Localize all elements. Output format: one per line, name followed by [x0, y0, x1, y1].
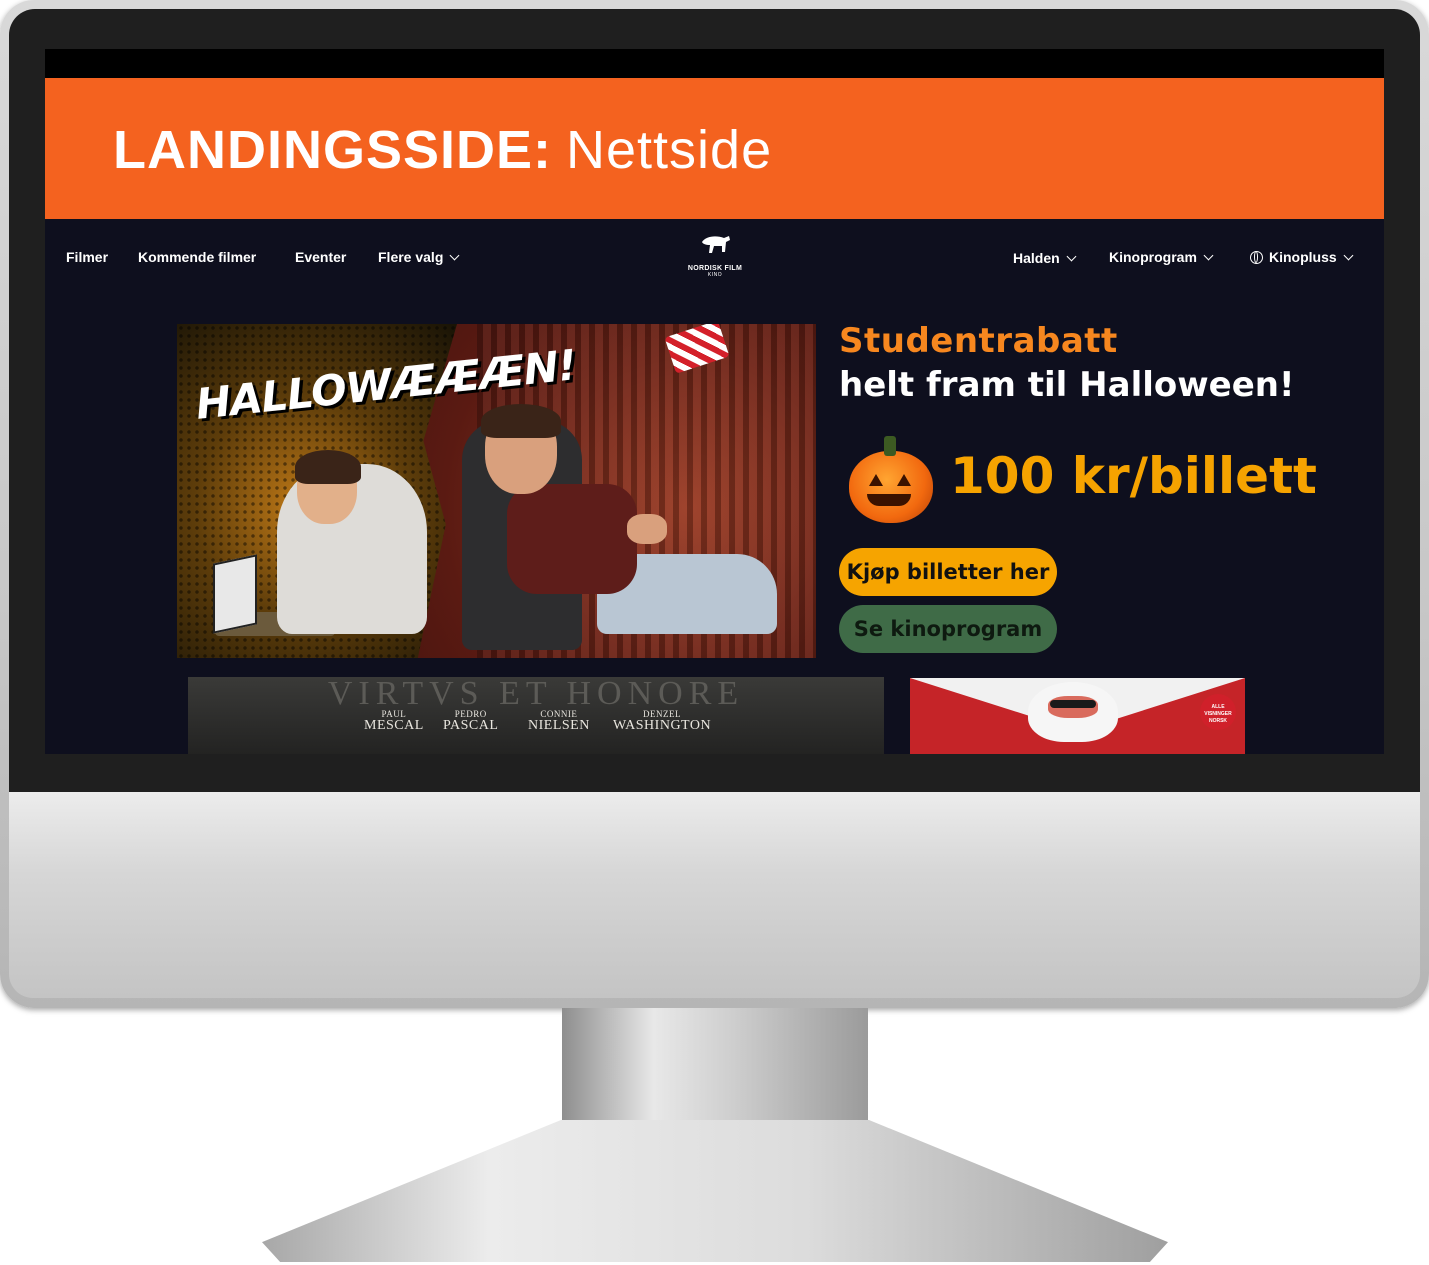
screen-top-bar [45, 49, 1384, 78]
cast-name: DENZEL WASHINGTON [613, 709, 711, 733]
cast-name: PAUL MESCAL [364, 709, 424, 733]
illustration-hair [481, 404, 561, 438]
landing-banner: LANDINGSSIDE: Nettside [45, 78, 1384, 219]
illustration-jacket [507, 484, 637, 594]
nav-kinoprogram-dropdown[interactable]: Kinoprogram [1109, 249, 1214, 265]
cast-last-name: MESCAL [364, 718, 424, 733]
illustration-hand [627, 514, 667, 544]
screen: LANDINGSSIDE: Nettside Filmer Kommende fi… [45, 49, 1384, 754]
nav-halden-dropdown[interactable]: Halden [1013, 250, 1077, 266]
price-label: 100 kr/billett [950, 447, 1317, 505]
nav-filmer[interactable]: Filmer [66, 249, 108, 265]
santa-mask [1050, 700, 1096, 708]
site-nav: Filmer Kommende filmer Eventer Flere val… [45, 219, 1384, 299]
chevron-down-icon [1203, 250, 1214, 261]
pumpkin-icon [849, 451, 933, 523]
poster-motto: VIRTVS ET HONORE [327, 677, 745, 712]
cast-name: PEDRO PASCAL [443, 709, 498, 733]
cast-last-name: NIELSEN [528, 718, 590, 733]
banner-subtitle: Nettside [566, 120, 773, 180]
banner-title: LANDINGSSIDE: [113, 120, 553, 180]
promo-title: Studentrabatt [839, 321, 1118, 361]
illustration-hair [295, 450, 361, 484]
nav-label: Kinoprogram [1109, 249, 1197, 265]
banner-heading: LANDINGSSIDE: Nettside [113, 118, 772, 182]
promo-subtitle: helt fram til Halloween! [839, 365, 1295, 405]
language-sticker: ALLE VISNINGER NORSK [1200, 694, 1236, 730]
polar-bear-icon [702, 236, 730, 253]
nav-eventer[interactable]: Eventer [295, 249, 346, 265]
laptop-icon [213, 554, 257, 634]
monitor-stand-foot [262, 1120, 1168, 1262]
movie-card-gladiator[interactable]: VIRTVS ET HONORE PAUL MESCAL PEDRO PASCA… [188, 677, 884, 754]
nav-kommende-filmer[interactable]: Kommende filmer [138, 249, 256, 265]
globe-icon [1250, 251, 1263, 264]
nav-label: Halden [1013, 250, 1060, 266]
logo-name: NORDISK FILM [687, 265, 743, 272]
nav-flere-valg-dropdown[interactable]: Flere valg [378, 249, 460, 265]
monitor-chin [9, 792, 1420, 998]
nav-label: Flere valg [378, 249, 444, 265]
cast-name: CONNIE NIELSEN [528, 709, 590, 733]
chevron-down-icon [449, 250, 460, 261]
nav-kinopluss-dropdown[interactable]: Kinopluss [1250, 249, 1354, 265]
monitor-stand-neck [562, 1008, 868, 1128]
movie-card-christmas[interactable]: ALLE VISNINGER NORSK [910, 678, 1245, 754]
nav-label: Kommende filmer [138, 249, 257, 265]
cast-last-name: WASHINGTON [613, 718, 712, 733]
logo-sub: KINO [707, 272, 723, 278]
nav-label: Filmer [66, 249, 109, 265]
pumpkin-stem [884, 436, 896, 456]
cast-last-name: PASCAL [443, 718, 499, 733]
hero-halloween-image[interactable]: HALLOWÆÆÆN! [177, 324, 816, 658]
pumpkin-mouth [867, 494, 911, 506]
cinema-program-button[interactable]: Se kinoprogram [839, 605, 1057, 653]
chevron-down-icon [1066, 251, 1077, 262]
nav-label: Kinopluss [1269, 249, 1337, 265]
nav-label: Eventer [295, 249, 347, 265]
nordisk-film-logo[interactable]: NORDISK FILM KINO [681, 232, 749, 284]
chevron-down-icon [1343, 250, 1354, 261]
buy-tickets-button[interactable]: Kjøp billetter her [839, 548, 1057, 596]
